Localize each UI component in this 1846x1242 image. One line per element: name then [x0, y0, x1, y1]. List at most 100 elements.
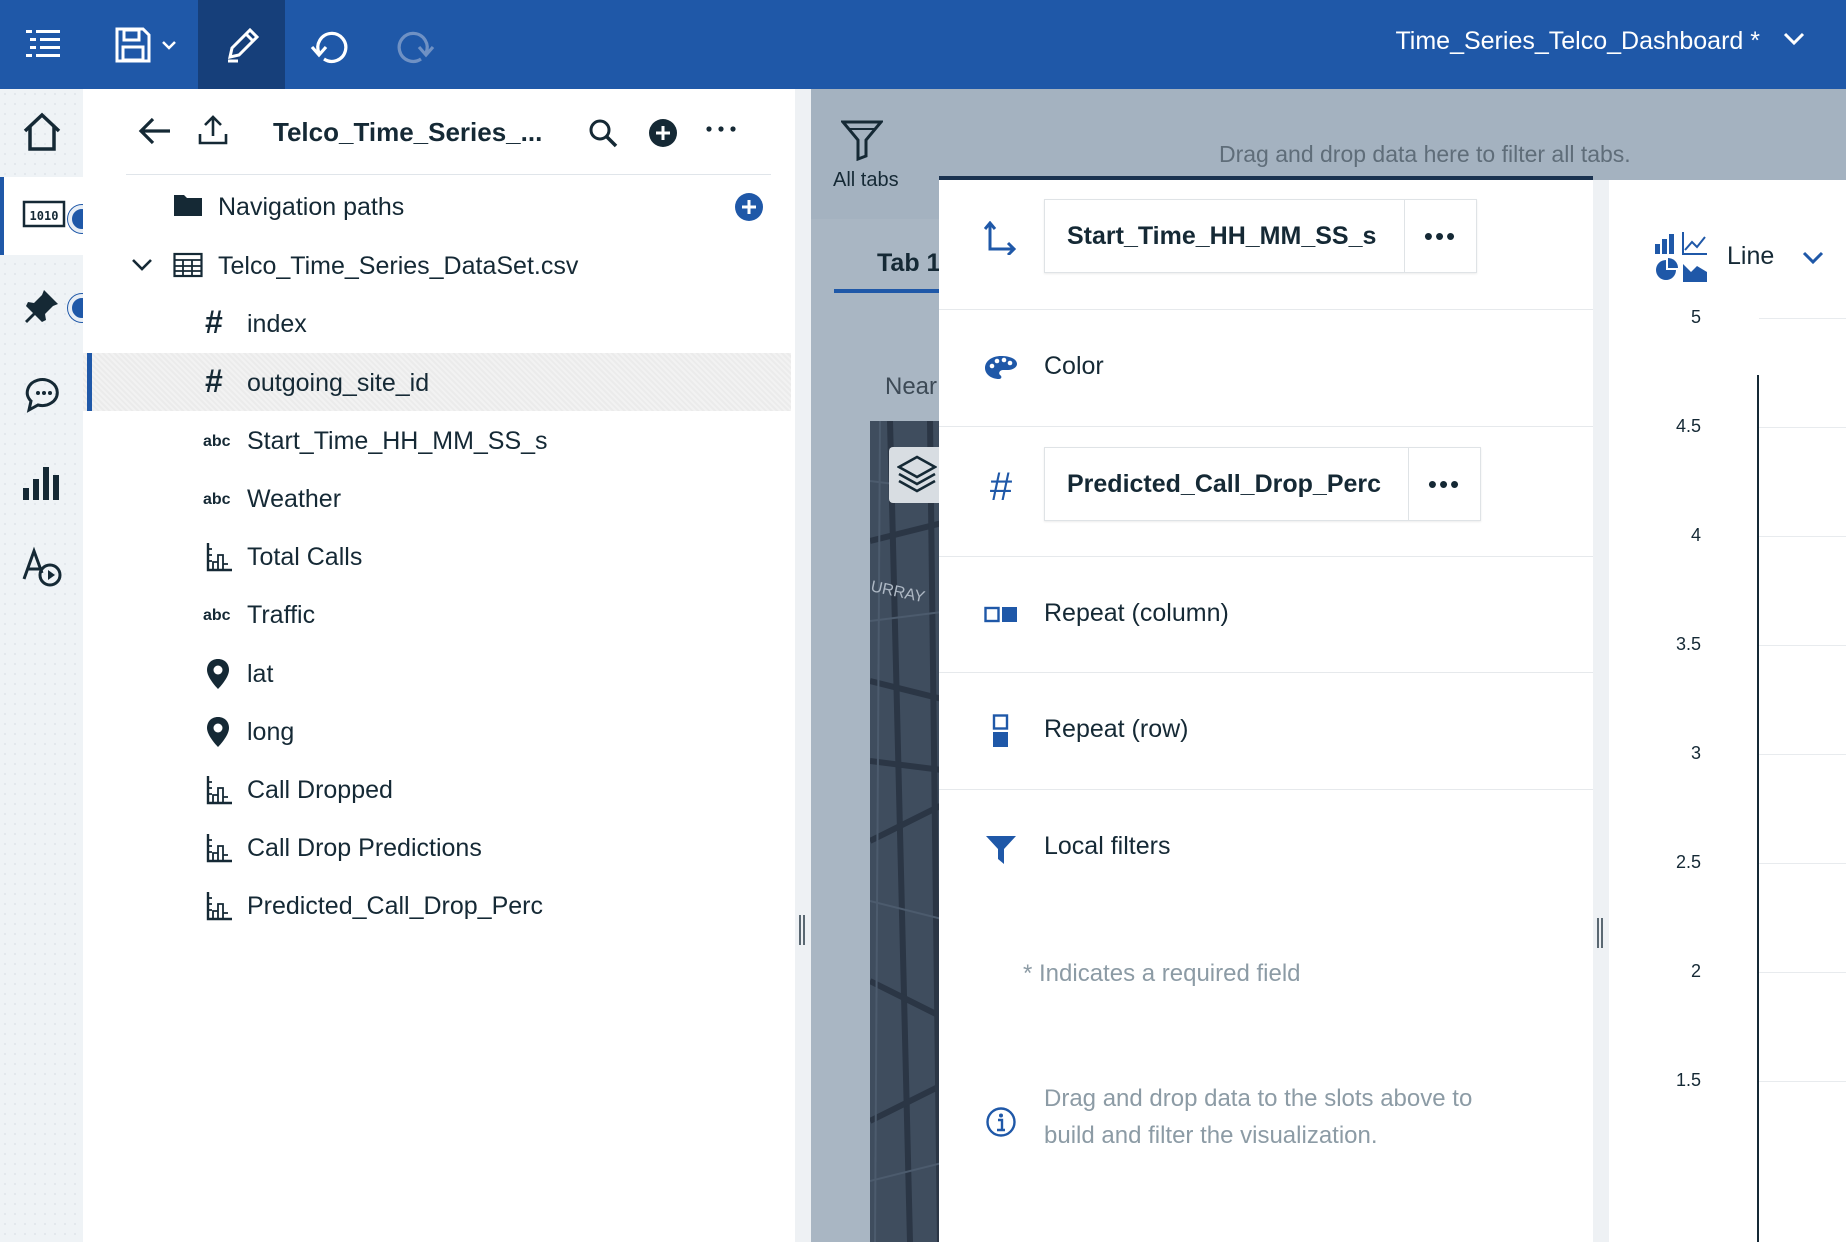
slot-local-filters[interactable]: Local filters	[939, 790, 1593, 910]
location-pin-icon	[205, 658, 231, 690]
splitter-grip-icon[interactable]	[1597, 918, 1603, 948]
tree-item-start-time[interactable]: abc Start_Time_HH_MM_SS_s	[83, 411, 791, 469]
undo-button[interactable]	[290, 0, 370, 89]
rail-home[interactable]	[0, 99, 83, 169]
y-grid-line	[1759, 645, 1846, 646]
tree-item-weather[interactable]: abc Weather	[83, 469, 791, 527]
svg-text:1010: 1010	[29, 209, 58, 223]
tree-item-outgoing-site-id[interactable]: # outgoing_site_id	[83, 353, 791, 411]
y-tick-label: 3.5	[1675, 634, 1701, 654]
menu-button[interactable]	[0, 0, 86, 89]
y-value-field-pill[interactable]: Predicted_Call_Drop_Perc •••	[1044, 447, 1481, 521]
y-grid-line	[1759, 972, 1846, 973]
tree-item-long[interactable]: long	[83, 702, 791, 760]
pin-icon	[22, 286, 62, 331]
tree-item-call-dropped[interactable]: Call Dropped	[83, 760, 791, 818]
chevron-down-icon[interactable]	[131, 258, 153, 272]
slot-x-axis[interactable]: Start_Time_HH_MM_SS_s •••	[939, 180, 1593, 310]
pencil-icon	[222, 25, 262, 65]
slot-repeat-column[interactable]: Repeat (column)	[939, 557, 1593, 673]
x-axis-field-pill[interactable]: Start_Time_HH_MM_SS_s •••	[1044, 199, 1477, 273]
home-icon	[20, 110, 64, 159]
dashboard-title[interactable]: Time_Series_Telco_Dashboard *	[1395, 27, 1760, 56]
left-rail: 1010	[0, 89, 96, 1242]
overflow-menu-icon[interactable]	[705, 121, 737, 139]
add-navigation-path-icon[interactable]	[734, 192, 764, 222]
numeric-slot-icon: #	[989, 464, 1013, 509]
y-tick-label: 4.5	[1675, 416, 1701, 436]
tree-item-label: Telco_Time_Series_DataSet.csv	[218, 252, 579, 280]
required-field-note: * Indicates a required field	[1023, 960, 1301, 987]
y-tick-label: 3	[1690, 743, 1701, 763]
slot-color[interactable]: Color	[939, 310, 1593, 427]
rail-visualizations[interactable]	[0, 449, 83, 519]
repeat-column-icon	[981, 595, 1021, 635]
pill-label: Predicted_Call_Drop_Perc	[1067, 469, 1382, 498]
map-widget[interactable]: URRAY	[870, 421, 950, 1242]
chevron-down-icon[interactable]	[161, 39, 177, 51]
tree-item-total-calls[interactable]: Total Calls	[83, 527, 791, 585]
save-button[interactable]	[100, 0, 190, 89]
rail-widgets[interactable]	[0, 534, 83, 604]
local-filters-label: Local filters	[1044, 832, 1171, 860]
tree-item-traffic[interactable]: abc Traffic	[83, 585, 791, 643]
chevron-down-icon[interactable]	[1801, 250, 1825, 271]
info-icon	[981, 1102, 1021, 1142]
tab-1[interactable]: Tab 1	[877, 249, 940, 278]
tree-item-navigation-paths[interactable]: Navigation paths	[83, 177, 791, 235]
slot-y-value[interactable]: # Predicted_Call_Drop_Perc •••	[939, 427, 1593, 557]
undo-icon	[309, 25, 351, 65]
y-grid-line	[1759, 318, 1846, 319]
y-grid-line	[1759, 754, 1846, 755]
folder-icon	[173, 193, 203, 217]
palette-icon	[981, 348, 1021, 388]
slot-repeat-row[interactable]: Repeat (row)	[939, 673, 1593, 790]
rail-assistant[interactable]	[0, 359, 83, 429]
color-slot-label: Color	[1044, 352, 1104, 380]
y-tick-label: 2	[1690, 961, 1701, 981]
pill-label: Start_Time_HH_MM_SS_s	[1067, 221, 1377, 250]
back-arrow-icon[interactable]	[138, 116, 172, 151]
redo-icon	[394, 25, 436, 65]
upload-icon[interactable]	[198, 114, 228, 151]
dashboard-menu-chevron-icon[interactable]	[1782, 30, 1806, 51]
map-layers-button[interactable]	[889, 447, 945, 503]
repeat-row-icon	[981, 711, 1021, 751]
filter-drop-hint: Drag and drop data here to filter all ta…	[1219, 141, 1631, 167]
pill-overflow-menu-icon[interactable]: •••	[1408, 448, 1480, 520]
filter-icon	[981, 830, 1021, 870]
tree-item-dataset[interactable]: Telco_Time_Series_DataSet.csv	[83, 236, 791, 294]
visualization-type-label[interactable]: Line	[1727, 242, 1774, 271]
tree-item-call-drop-predictions[interactable]: Call Drop Predictions	[83, 818, 791, 876]
pill-overflow-menu-icon[interactable]: •••	[1404, 200, 1476, 272]
tree-item-label: Call Drop Predictions	[247, 834, 482, 862]
edit-mode-button[interactable]	[198, 0, 285, 89]
widget-title-partial: Near	[885, 373, 938, 400]
splitter-grip-icon[interactable]	[799, 915, 805, 945]
y-tick-label: 4	[1690, 525, 1701, 545]
y-tick-label: 1.5	[1675, 1070, 1701, 1090]
redo-button[interactable]	[375, 0, 455, 89]
visualization-type-icon[interactable]	[1653, 230, 1709, 291]
tree-item-index[interactable]: # index	[83, 294, 791, 352]
tree-item-label: Traffic	[247, 601, 316, 629]
active-tab-indicator	[834, 289, 944, 293]
add-circle-icon[interactable]	[648, 118, 678, 153]
text-field-icon: abc	[203, 433, 231, 450]
tree-item-label: Total Calls	[247, 543, 363, 571]
all-tabs-label: All tabs	[833, 169, 899, 191]
tree-item-label: Weather	[247, 485, 342, 513]
y-grid-line	[1759, 427, 1846, 428]
tree-item-lat[interactable]: lat	[83, 644, 791, 702]
tree-item-predicted-call-drop-perc[interactable]: Predicted_Call_Drop_Perc	[83, 876, 791, 934]
top-toolbar: Time_Series_Telco_Dashboard *	[0, 0, 1846, 89]
data-source-title[interactable]: Telco_Time_Series_...	[273, 117, 542, 148]
text-field-icon: abc	[203, 491, 231, 508]
chart-widget[interactable]: Line 5 4.5 4 3.5 3 2.5 2 1.5	[1609, 180, 1846, 1242]
search-icon[interactable]	[588, 118, 618, 153]
panel-splitter[interactable]	[1593, 180, 1609, 1242]
tree-item-label: Predicted_Call_Drop_Perc	[247, 892, 543, 920]
header-divider	[126, 174, 771, 175]
menu-icon	[24, 26, 62, 64]
panel-splitter[interactable]	[795, 89, 811, 1242]
